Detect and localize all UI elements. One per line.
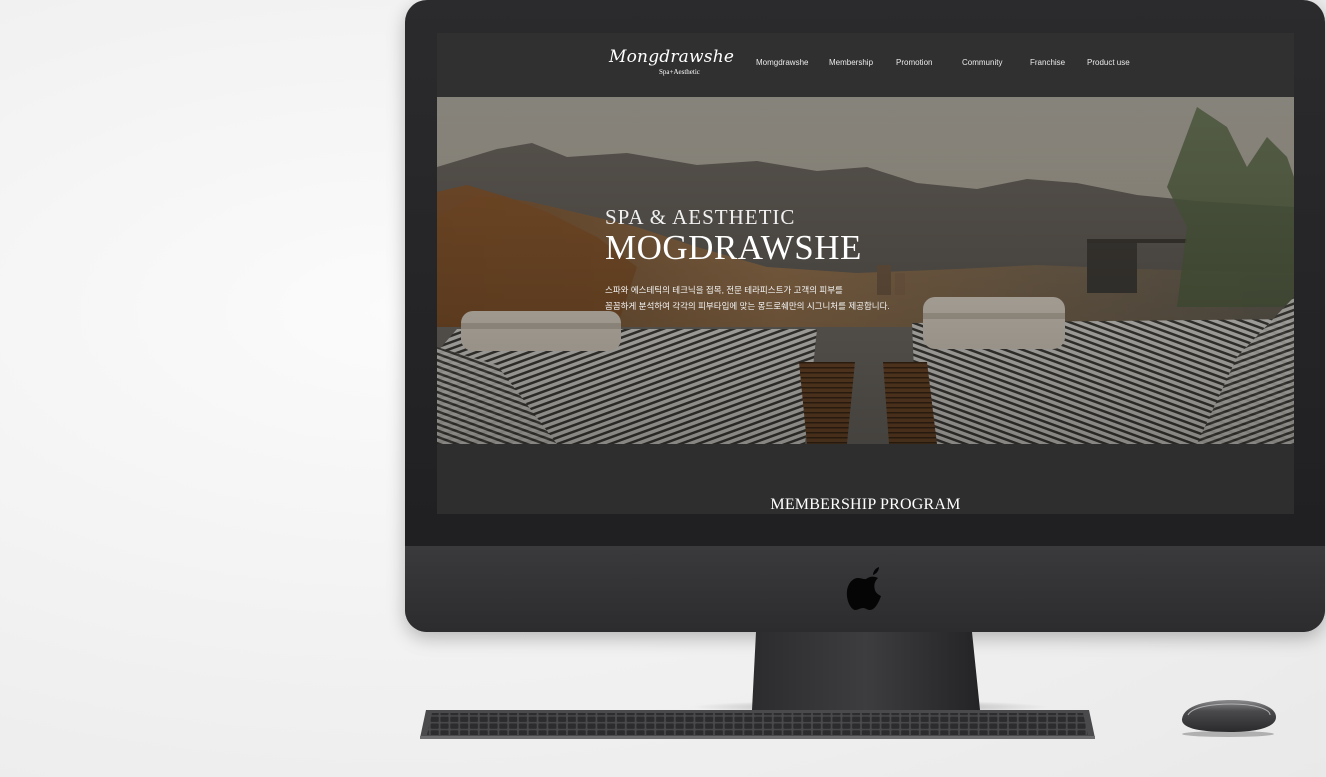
top-navbar: Mongdrawshe Spa+Aesthetic Momgdrawshe Me…: [437, 33, 1294, 97]
hero-title: MOGDRAWSHE: [605, 228, 862, 267]
logo-tagline: Spa+Aesthetic: [659, 68, 700, 76]
nav-item-franchise[interactable]: Franchise: [1030, 58, 1065, 67]
hero-banner: SPA & AESTHETIC MOGDRAWSHE 스파와 에스테틱의 테크닉…: [437, 97, 1294, 444]
nav-item-product-use[interactable]: Product use: [1087, 58, 1130, 67]
membership-title: MEMBERSHIP PROGRAM: [770, 496, 961, 513]
hero-description-line: 스파와 에스테틱의 테크닉을 접목, 전문 테라피스트가 고객의 피부를: [605, 285, 843, 295]
hero-subtitle: SPA & AESTHETIC: [605, 205, 796, 229]
logo-wordmark: Mongdrawshe: [609, 47, 735, 67]
website-screen: Mongdrawshe Spa+Aesthetic Momgdrawshe Me…: [437, 33, 1294, 514]
imac-stand: [752, 632, 980, 710]
membership-section: MEMBERSHIP PROGRAM: [437, 444, 1294, 514]
nav-item-membership[interactable]: Membership: [829, 58, 873, 67]
site-logo[interactable]: Mongdrawshe Spa+Aesthetic: [609, 47, 735, 76]
hero-background-image: [437, 97, 1294, 444]
nav-item-momgdrawshe[interactable]: Momgdrawshe: [756, 58, 808, 67]
keyboard: [420, 710, 1095, 739]
nav-item-promotion[interactable]: Promotion: [896, 58, 932, 67]
hero-description: 스파와 에스테틱의 테크닉을 접목, 전문 테라피스트가 고객의 피부를 꼼꼼하…: [605, 282, 890, 314]
apple-logo-icon: [846, 567, 881, 610]
nav-item-community[interactable]: Community: [962, 58, 1002, 67]
hero-description-line: 꼼꼼하게 분석하여 각각의 피부타입에 맞는 몽드로쉐만의 시그니처를 제공합니…: [605, 301, 890, 311]
mouse: [1181, 700, 1276, 737]
